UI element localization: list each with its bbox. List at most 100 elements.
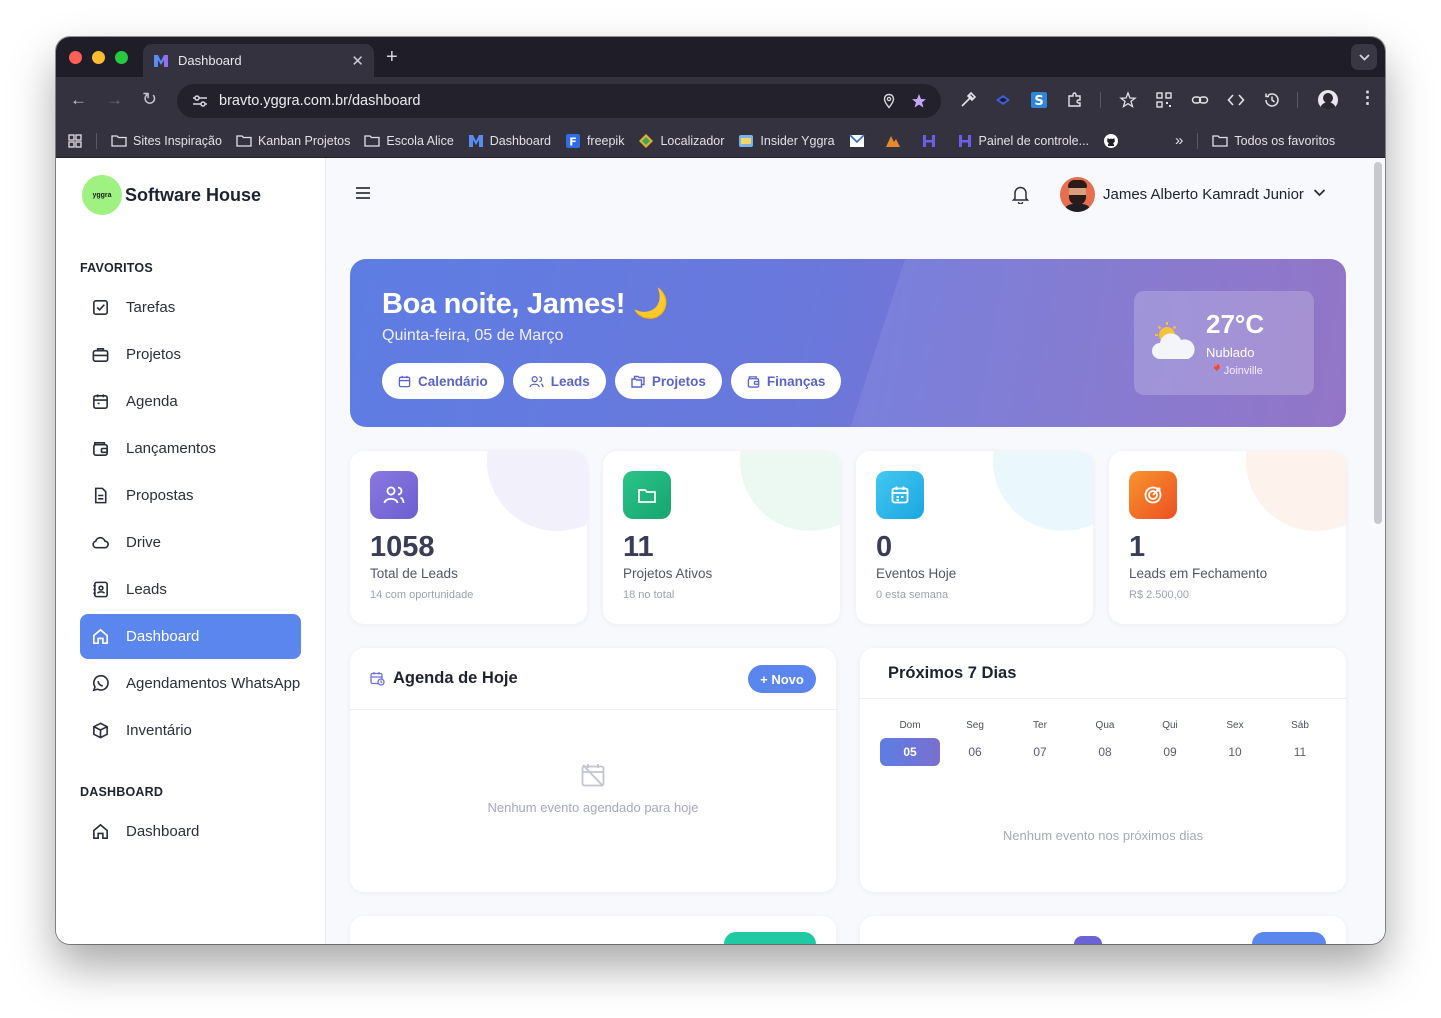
card-decoration	[740, 451, 840, 531]
location-icon[interactable]	[881, 93, 897, 109]
sidebar-item-label: Lançamentos	[126, 440, 217, 457]
bookmark-link[interactable]	[921, 133, 943, 149]
url-text: bravto.yggra.com.br/dashboard	[219, 93, 421, 109]
reload-button[interactable]: ↻	[142, 89, 157, 110]
wallet-icon	[93, 441, 108, 456]
day-item[interactable]: Sáb 11	[1270, 720, 1330, 766]
stat-card-leads[interactable]: 1058 Total de Leads 14 com oportunidade	[350, 451, 587, 624]
stat-card-fechamento[interactable]: 1 Leads em Fechamento R$ 2.500,00	[1109, 451, 1346, 624]
brand-logo[interactable]: yggra Software House	[82, 175, 261, 215]
bookmark-link[interactable]	[848, 133, 871, 149]
sidebar-item-propostas[interactable]: Propostas	[80, 473, 301, 518]
user-avatar[interactable]	[1060, 177, 1095, 212]
day-item[interactable]: Sex 10	[1205, 720, 1265, 766]
back-button[interactable]: ←	[70, 90, 87, 110]
h-favicon-icon	[922, 134, 935, 147]
extension-icon[interactable]	[994, 91, 1012, 109]
favorites-icon[interactable]	[1119, 91, 1137, 109]
leads-button[interactable]: Leads	[512, 363, 606, 399]
bookmark-link[interactable]: Insider Yggra	[738, 133, 835, 149]
details-button[interactable]	[724, 932, 816, 944]
bookmark-folder[interactable]: Sites Inspiração	[111, 134, 222, 148]
projetos-button[interactable]: Projetos	[614, 363, 722, 399]
sidebar-item-label: Leads	[126, 581, 167, 598]
sidebar-item-dashboard[interactable]: Dashboard	[80, 614, 301, 659]
tab-search-button[interactable]	[1351, 44, 1377, 70]
sidebar-item-leads[interactable]: Leads	[80, 567, 301, 612]
view-all-button[interactable]	[1252, 932, 1326, 944]
close-tab-icon[interactable]: ✕	[351, 52, 364, 70]
address-bar[interactable]: bravto.yggra.com.br/dashboard	[177, 84, 941, 118]
day-item[interactable]: Qua 08	[1075, 720, 1135, 766]
bookmark-folder[interactable]: Kanban Projetos	[236, 134, 350, 148]
card-decoration	[993, 451, 1093, 531]
bookmark-star-icon[interactable]	[911, 93, 927, 109]
qr-code-icon[interactable]	[1155, 91, 1173, 109]
stat-subtext: R$ 2.500,00	[1129, 589, 1189, 601]
maximize-window-button[interactable]	[115, 51, 128, 64]
sidebar-item-projetos[interactable]: Projetos	[80, 332, 301, 377]
day-item[interactable]: Dom 05	[880, 720, 940, 766]
puzzle-extensions-icon[interactable]	[1066, 91, 1084, 109]
agenda-card: Agenda de Hoje + Novo Nenhum evento agen…	[350, 648, 836, 892]
bookmark-folder[interactable]: Escola Alice	[364, 134, 454, 148]
bookmarks-bar: Sites Inspiração Kanban Projetos Escola …	[56, 124, 1385, 158]
bookmark-link[interactable]: Painel de controle...	[957, 133, 1089, 149]
contacts-icon	[93, 581, 108, 598]
profile-avatar[interactable]	[1318, 90, 1338, 110]
s-extension-icon[interactable]: S	[1030, 91, 1048, 109]
financas-button[interactable]: Finanças	[730, 363, 842, 399]
browser-tab[interactable]: Dashboard ✕	[143, 44, 374, 77]
sidebar-item-agenda[interactable]: Agenda	[80, 379, 301, 424]
sidebar-item-label: Dashboard	[126, 628, 200, 645]
browser-menu-icon[interactable]: ⋮	[1359, 88, 1376, 108]
menu-toggle-icon[interactable]	[355, 186, 371, 200]
close-window-button[interactable]	[69, 51, 82, 64]
stat-subtext: 18 no total	[623, 589, 675, 601]
code-icon[interactable]	[1227, 91, 1245, 109]
user-name[interactable]: James Alberto Kamradt Junior	[1103, 186, 1304, 203]
stat-card-eventos[interactable]: 0 Eventos Hoje 0 esta semana	[856, 451, 1093, 624]
browser-titlebar: Dashboard ✕ +	[56, 37, 1385, 77]
sidebar-item-lancamentos[interactable]: Lançamentos	[80, 426, 301, 471]
weather-condition: Nublado	[1206, 345, 1255, 360]
day-item[interactable]: Seg 06	[945, 720, 1005, 766]
bookmark-link[interactable]: Dashboard	[468, 133, 551, 149]
minimize-window-button[interactable]	[92, 51, 105, 64]
stat-card-projetos[interactable]: 11 Projetos Ativos 18 no total	[603, 451, 840, 624]
bookmark-label: Kanban Projetos	[257, 133, 351, 148]
bookmark-link[interactable]: Ffreepik	[565, 133, 624, 149]
sidebar-item-inventario[interactable]: Inventário	[80, 708, 301, 753]
sidebar-item-label: Projetos	[126, 346, 182, 363]
stat-value: 0	[876, 531, 893, 563]
chevron-down-icon[interactable]	[1313, 188, 1326, 197]
new-event-button[interactable]: + Novo	[748, 665, 816, 693]
bookmark-link[interactable]	[885, 133, 907, 149]
weather-city-label: Joinville	[1223, 365, 1263, 377]
bookmark-link[interactable]	[1103, 133, 1125, 149]
new-tab-button[interactable]: +	[386, 46, 398, 69]
cloud-icon	[92, 536, 109, 549]
notifications-bell-icon[interactable]	[1012, 185, 1029, 204]
all-bookmarks-folder[interactable]: Todos os favoritos	[1212, 134, 1335, 148]
sidebar-item-agendamentos-whatsapp[interactable]: Agendamentos WhatsApp	[80, 661, 301, 706]
day-name: Seg	[966, 720, 984, 731]
forward-button[interactable]: →	[106, 90, 123, 110]
bookmark-link[interactable]: Localizador	[638, 133, 724, 149]
page-scrollbar[interactable]	[1374, 162, 1382, 524]
link-icon[interactable]	[1191, 91, 1209, 109]
apps-grid-icon[interactable]	[68, 133, 82, 148]
day-name: Sáb	[1291, 720, 1309, 731]
more-bookmarks-button[interactable]: »	[1175, 132, 1183, 149]
sidebar-item-dashboard-secondary[interactable]: Dashboard	[80, 809, 301, 854]
eyedropper-extension-icon[interactable]	[959, 91, 977, 109]
day-item[interactable]: Ter 07	[1010, 720, 1070, 766]
site-settings-icon[interactable]	[191, 92, 209, 110]
svg-text:F: F	[569, 135, 577, 148]
day-item[interactable]: Qui 09	[1140, 720, 1200, 766]
history-icon[interactable]	[1263, 91, 1281, 109]
sidebar-item-drive[interactable]: Drive	[80, 520, 301, 565]
day-number: 06	[968, 745, 982, 759]
sidebar-item-tarefas[interactable]: Tarefas	[80, 285, 301, 330]
calendario-button[interactable]: Calendário	[382, 363, 504, 399]
